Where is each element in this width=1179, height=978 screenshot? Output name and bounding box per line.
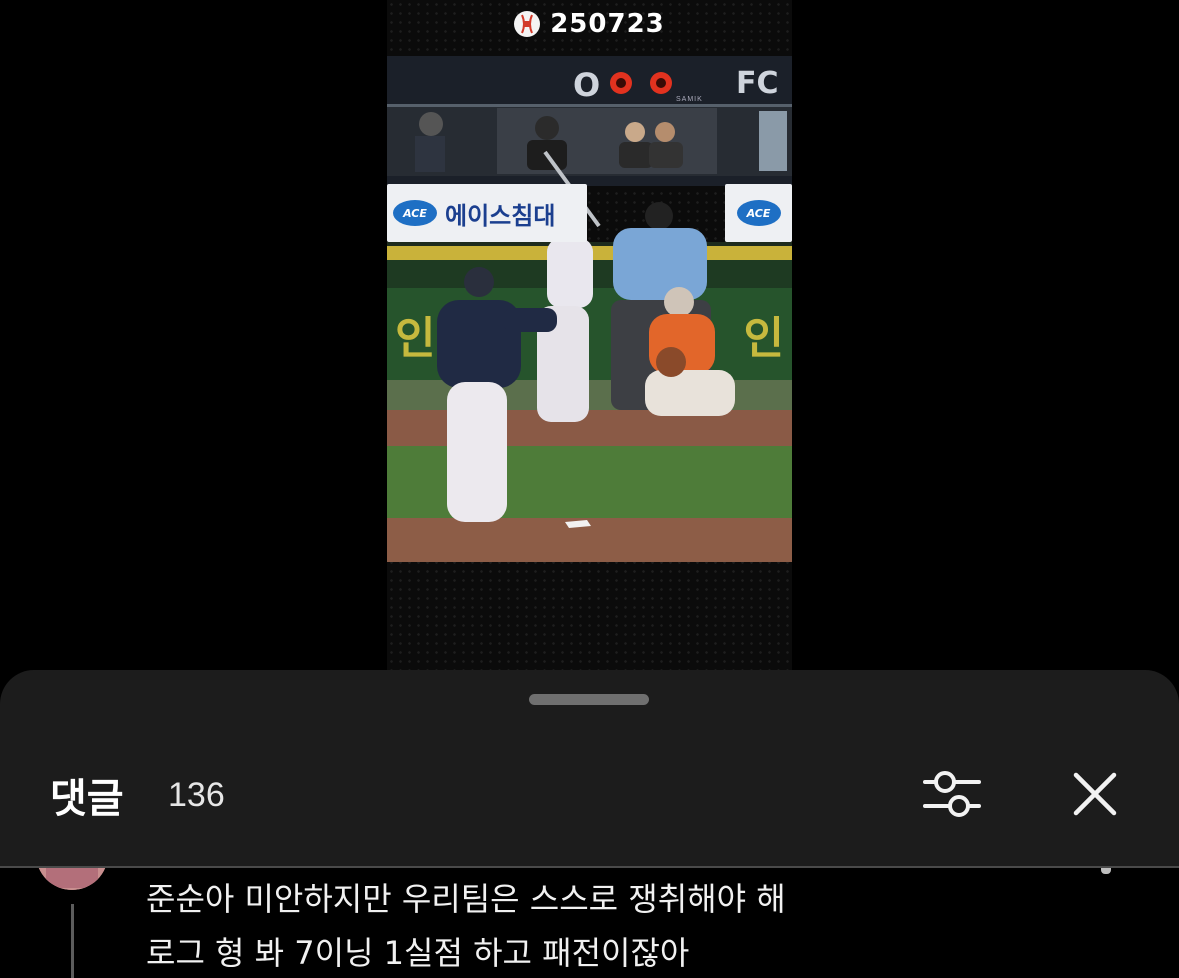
scoreboard-right-text: FC [736, 66, 779, 101]
scoreboard-brand: SAMIK [676, 96, 703, 103]
comment-text-line: 준순아 미안하지만 우리팀은 스스로 쟁취해야 해 [146, 880, 786, 918]
ad-sign-right: ACE [725, 184, 792, 242]
baseball-icon [514, 11, 541, 37]
banner-text-right: 인 [743, 313, 784, 364]
comment-text-line: 로그 형 봐 7이닝 1실점 하고 패전이잖아 [146, 934, 690, 972]
ace-logo: ACE [736, 200, 781, 226]
ad-sign-left: ACE 에이스침대 [387, 184, 587, 242]
thread-line [71, 904, 74, 978]
video-frame-image: O FC SAMIK ACE 에이스침대 ACE 인 인 [387, 56, 792, 562]
video-title: 250723 [387, 8, 792, 40]
comment-list: 준순아 미안하지만 우리팀은 스스로 쟁취해야 해 로그 형 봐 7이닝 1실점… [0, 868, 1179, 978]
ad-sign-text: 에이스침대 [445, 201, 556, 230]
avatar[interactable] [36, 868, 108, 890]
ace-logo: ACE [393, 200, 437, 226]
outfield-banner: 인 인 [387, 288, 792, 380]
more-options-icon[interactable] [1101, 868, 1111, 874]
video-player[interactable]: 250723 O FC SAMIK ACE 에이스침대 ACE 인 인 [387, 0, 792, 670]
video-title-text: 250723 [550, 9, 665, 39]
scoreboard-lights [610, 72, 672, 94]
banner-text-left: 인 [395, 313, 436, 364]
scoreboard: O FC SAMIK [387, 56, 792, 106]
filter-icon [923, 771, 981, 817]
close-button[interactable] [1065, 764, 1125, 824]
comments-count: 136 [168, 776, 225, 814]
drag-handle[interactable] [529, 694, 649, 705]
scoreboard-left-text: O [573, 66, 601, 104]
close-icon [1073, 772, 1117, 816]
filter-button[interactable] [917, 764, 987, 824]
comments-header: 댓글 136 [0, 760, 1179, 834]
comments-title: 댓글 [50, 776, 124, 822]
comments-sheet: 댓글 136 준순아 미안하지만 우리팀은 스스로 쟁취해야 해 로그 형 봐 … [0, 670, 1179, 978]
